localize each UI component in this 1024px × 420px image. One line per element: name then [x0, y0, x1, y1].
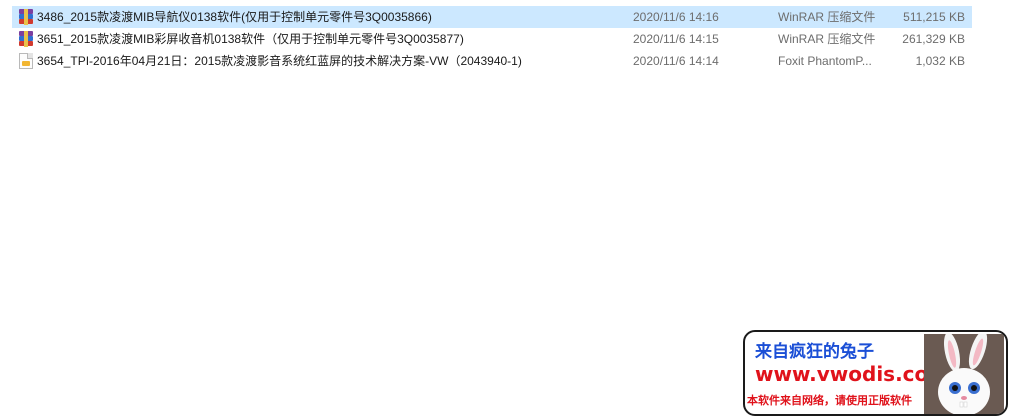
file-date-modified: 2020/11/6 14:14: [633, 54, 719, 68]
file-type: WinRAR 压缩文件: [778, 10, 876, 24]
file-date-modified: 2020/11/6 14:15: [633, 32, 719, 46]
watermark-url: www.vwodis.com: [755, 362, 950, 386]
file-name[interactable]: 3486_2015款凌渡MIB导航仪0138软件(仅用于控制单元零件号3Q003…: [37, 6, 627, 28]
watermark-title: 来自疯狂的兔子: [755, 342, 874, 362]
file-name[interactable]: 3651_2015款凌渡MIB彩屏收音机0138软件（仅用于控制单元零件号3Q0…: [37, 28, 627, 50]
file-size: 1,032 KB: [915, 54, 965, 68]
file-size: 261,329 KB: [902, 32, 965, 46]
winrar-archive-icon: [18, 31, 34, 47]
pdf-document-icon: [18, 53, 34, 69]
winrar-archive-icon: [18, 9, 34, 25]
file-type: Foxit PhantomP...: [778, 54, 872, 68]
watermark-notice: 本软件来自网络，请使用正版软件: [747, 394, 912, 407]
bunny-mascot-icon: [924, 334, 1004, 414]
file-row[interactable]: 3654_TPI-2016年04月21日：2015款凌渡影音系统红蓝屏的技术解决…: [0, 50, 1024, 72]
file-list: 3486_2015款凌渡MIB导航仪0138软件(仅用于控制单元零件号3Q003…: [0, 6, 1024, 72]
file-date-modified: 2020/11/6 14:16: [633, 10, 719, 24]
file-row[interactable]: 3651_2015款凌渡MIB彩屏收音机0138软件（仅用于控制单元零件号3Q0…: [0, 28, 1024, 50]
file-row[interactable]: 3486_2015款凌渡MIB导航仪0138软件(仅用于控制单元零件号3Q003…: [0, 6, 1024, 28]
watermark-banner: 来自疯狂的兔子 www.vwodis.com 本软件来自网络，请使用正版软件: [743, 330, 1008, 416]
file-size: 511,215 KB: [903, 10, 965, 24]
file-name[interactable]: 3654_TPI-2016年04月21日：2015款凌渡影音系统红蓝屏的技术解决…: [37, 50, 627, 72]
file-type: WinRAR 压缩文件: [778, 32, 876, 46]
